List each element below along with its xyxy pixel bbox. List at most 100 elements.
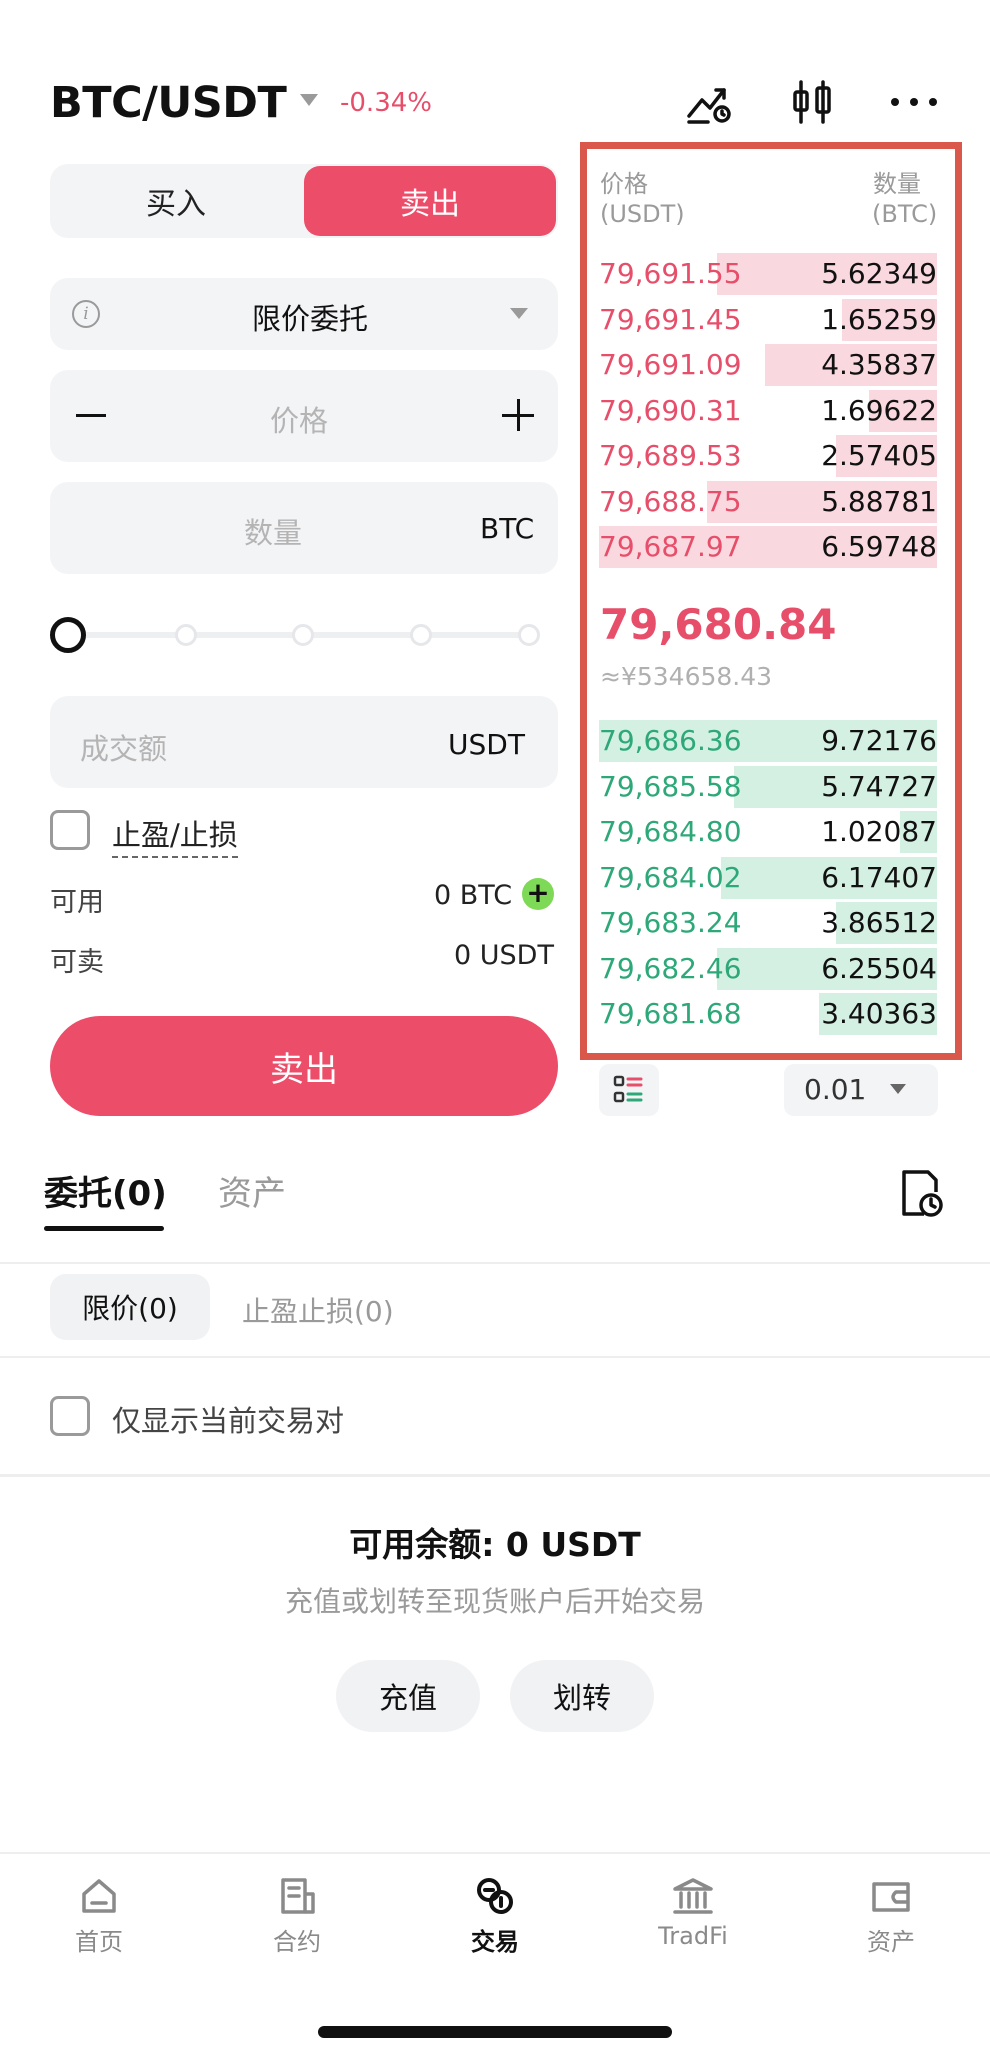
price-header: 价格 [600, 170, 648, 198]
ask-price: 79,687.97 [599, 530, 742, 563]
bid-quantity: 3.86512 [821, 906, 937, 939]
sell-tab[interactable]: 卖出 [304, 166, 556, 236]
last-price[interactable]: 79,680.84 [600, 600, 836, 649]
chevron-down-icon [890, 1084, 906, 1094]
precision-value: 0.01 [804, 1073, 867, 1106]
deposit-button[interactable]: 充值 [336, 1660, 480, 1732]
available-balance-title: 可用余额: 0 USDT [349, 1525, 641, 1564]
nav-contract-label: 合约 [273, 1928, 321, 1956]
nav-contract[interactable]: 合约 [198, 1876, 396, 1957]
bid-quantity: 9.72176 [821, 724, 937, 757]
trade-icon [477, 1878, 513, 1914]
current-pair-checkbox[interactable] [50, 1396, 90, 1436]
info-icon[interactable]: i [72, 300, 100, 328]
ask-price: 79,691.45 [599, 302, 742, 336]
ask-price: 79,689.53 [599, 439, 742, 472]
nav-home[interactable]: 首页 [0, 1876, 198, 1957]
amount-unit: USDT [448, 728, 525, 761]
tpsl-label[interactable]: 止盈/止损 [112, 812, 238, 858]
bid-row[interactable]: 79,682.46 6.25504 [599, 947, 937, 990]
ask-row[interactable]: 79,689.53 2.57405 [599, 435, 937, 477]
ask-price: 79,691.09 [599, 348, 742, 381]
divider [0, 1356, 990, 1358]
nav-assets[interactable]: 资产 [792, 1876, 990, 1957]
ask-price: 79,690.31 [599, 393, 742, 427]
tab-active-indicator [44, 1226, 164, 1231]
price-unit: (USDT) [600, 200, 685, 228]
ask-quantity: 5.88781 [821, 484, 937, 518]
available-balance-subtitle: 充值或划转至现货账户后开始交易 [284, 1585, 705, 1618]
slider-step-75[interactable] [410, 624, 432, 646]
order-history-icon[interactable] [898, 1168, 948, 1224]
nav-trade[interactable]: 交易 [396, 1876, 594, 1957]
bank-icon [673, 1878, 713, 1914]
nav-tradfi[interactable]: TradFi [594, 1876, 792, 1950]
subtab-tpsl[interactable]: 止盈止损(0) [242, 1290, 394, 1330]
price-placeholder: 价格 [270, 404, 329, 438]
tab-assets[interactable]: 资产 [218, 1166, 286, 1215]
tpsl-checkbox[interactable] [50, 810, 90, 850]
bid-price: 79,684.02 [599, 860, 742, 894]
ask-row[interactable]: 79,691.09 4.35837 [599, 344, 937, 386]
price-alert-icon[interactable] [680, 72, 740, 132]
bid-quantity: 6.17407 [821, 860, 937, 894]
ask-row[interactable]: 79,691.55 5.62349 [599, 253, 937, 295]
ask-quantity: 4.35837 [821, 348, 937, 381]
order-type-label: 限价委托 [251, 302, 368, 336]
contract-icon [281, 1878, 315, 1914]
sell-submit-button[interactable]: 卖出 [50, 1016, 558, 1116]
bid-row[interactable]: 79,686.36 9.72176 [599, 720, 937, 762]
price-change-percent: -0.34% [340, 88, 432, 118]
bid-row[interactable]: 79,681.68 3.40363 [599, 993, 937, 1035]
ask-price: 79,691.55 [599, 257, 742, 290]
amount-placeholder: 成交额 [80, 732, 168, 766]
bid-quantity: 5.74727 [821, 769, 937, 803]
bid-row[interactable]: 79,684.80 1.02087 [599, 811, 937, 853]
tab-orders[interactable]: 委托(0) [44, 1166, 167, 1215]
ask-row[interactable]: 79,690.31 1.69622 [599, 389, 937, 432]
pair-dropdown-icon[interactable] [300, 94, 318, 106]
more-icon[interactable] [884, 72, 944, 132]
sellable-value: 0 USDT [454, 940, 554, 971]
bid-price: 79,685.58 [599, 769, 742, 803]
bottom-nav-divider [0, 1852, 990, 1854]
ask-row[interactable]: 79,691.45 1.65259 [599, 298, 937, 341]
subtab-limit[interactable]: 限价(0) [50, 1274, 210, 1340]
candlestick-chart-icon[interactable] [782, 72, 842, 132]
quantity-unit: BTC [480, 512, 535, 545]
slider-step-25[interactable] [175, 624, 197, 646]
bid-row[interactable]: 79,685.58 5.74727 [599, 765, 937, 808]
ask-row[interactable]: 79,687.97 6.59748 [599, 526, 937, 568]
ask-quantity: 5.62349 [821, 257, 937, 290]
ask-price: 79,688.75 [599, 484, 742, 518]
home-indicator [318, 2026, 672, 2038]
available-label: 可用 [50, 887, 104, 918]
bid-row[interactable]: 79,684.02 6.17407 [599, 856, 937, 899]
bid-quantity: 3.40363 [821, 997, 937, 1030]
ask-quantity: 1.65259 [821, 302, 937, 336]
ask-row[interactable]: 79,688.75 5.88781 [599, 480, 937, 523]
slider-step-100[interactable] [518, 624, 540, 646]
divider [0, 1262, 990, 1264]
add-funds-icon[interactable]: + [522, 878, 554, 910]
price-increment-icon-vertical[interactable] [517, 399, 520, 431]
trading-pair-title[interactable]: BTC/USDT [50, 78, 287, 128]
bid-row[interactable]: 79,683.24 3.86512 [599, 902, 937, 944]
slider-thumb[interactable] [50, 617, 86, 653]
depth-mode-button[interactable] [599, 1064, 659, 1116]
list-layout-icon [613, 1075, 643, 1103]
transfer-button[interactable]: 划转 [510, 1660, 654, 1732]
quantity-placeholder: 数量 [244, 516, 303, 550]
nav-tradfi-label: TradFi [658, 1922, 728, 1950]
wallet-icon [872, 1882, 910, 1912]
ask-quantity: 6.59748 [821, 530, 937, 563]
price-decrement-icon[interactable] [76, 414, 106, 417]
quantity-header: 数量 [873, 170, 921, 198]
current-pair-label[interactable]: 仅显示当前交易对 [112, 1398, 344, 1440]
buy-tab[interactable]: 买入 [50, 164, 302, 238]
bid-price: 79,683.24 [599, 906, 742, 939]
available-value: 0 BTC [434, 880, 513, 911]
slider-step-50[interactable] [292, 624, 314, 646]
last-price-cny: ≈¥534658.43 [600, 662, 773, 691]
nav-home-label: 首页 [75, 1928, 123, 1956]
